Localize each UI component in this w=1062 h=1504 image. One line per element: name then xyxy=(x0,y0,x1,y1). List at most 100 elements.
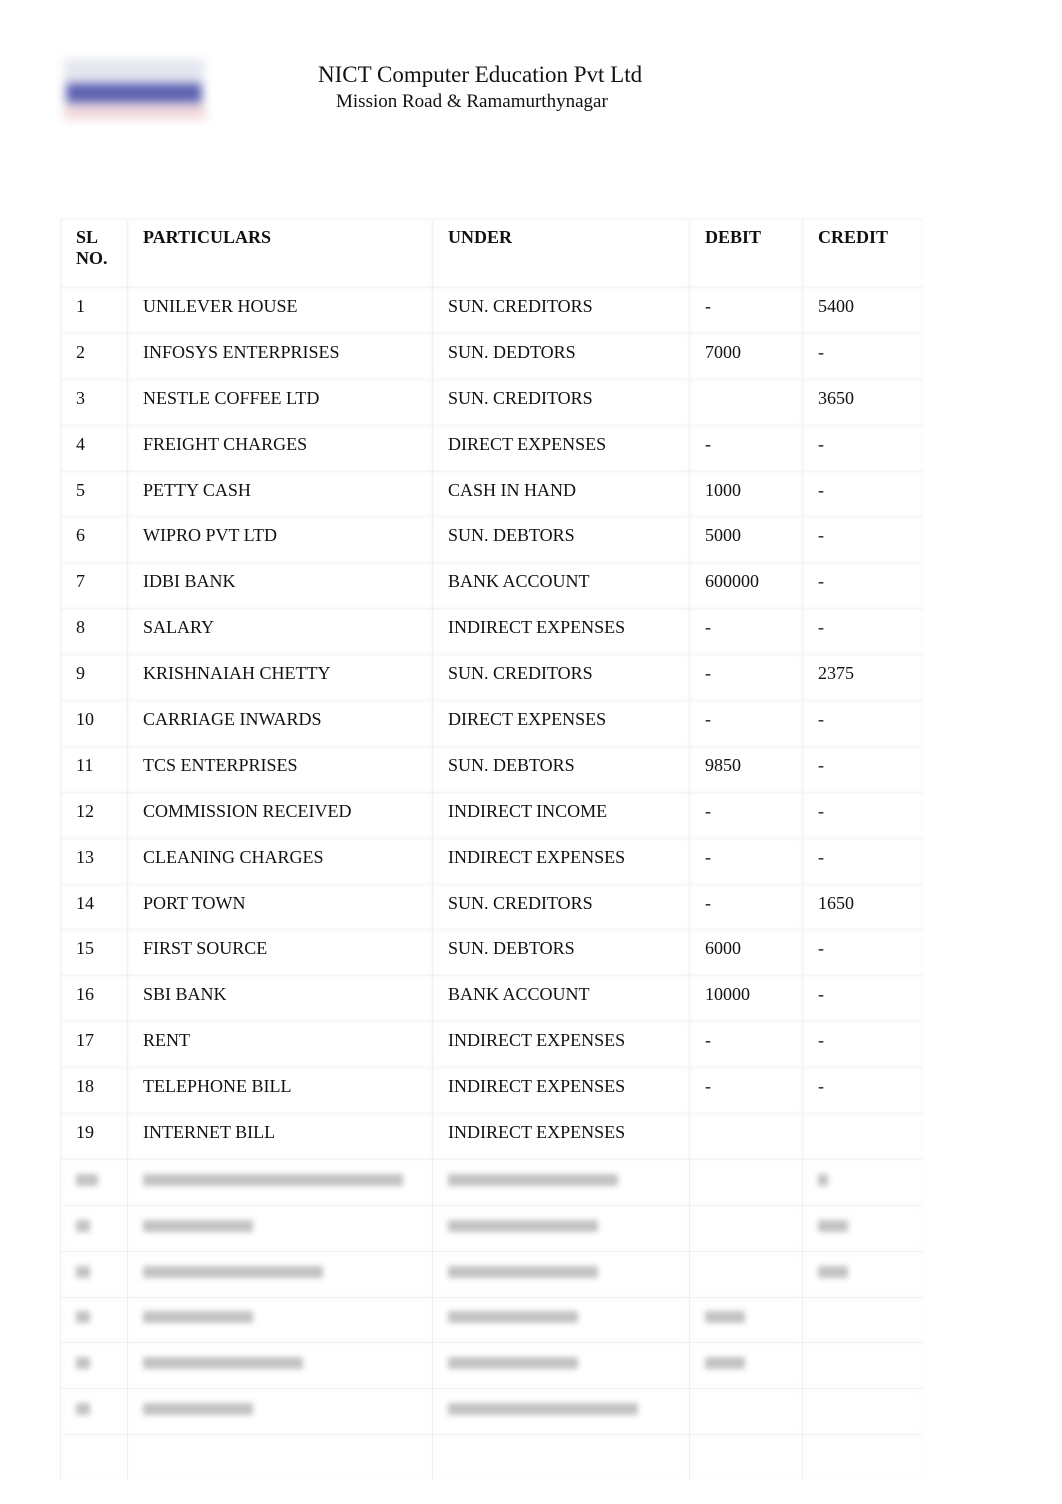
obscured-cell xyxy=(689,1388,803,1435)
cell-debit xyxy=(689,378,803,426)
table-row: 18 TELEPHONE BILL INDIRECT EXPENSES - - xyxy=(60,1067,923,1114)
cell-sl: 15 xyxy=(60,929,128,976)
cell-sl: 5 xyxy=(60,470,128,517)
table-row: 3 NESTLE COFFEE LTD SUN. CREDITORS 3650 xyxy=(60,378,923,426)
cell-under: SUN. CREDITORS xyxy=(432,287,690,334)
cell-under: SUN. DEBTORS xyxy=(432,516,690,563)
table-row: 12 COMMISSION RECEIVED INDIRECT INCOME - - xyxy=(60,791,923,839)
cell-credit: - xyxy=(802,1021,923,1068)
obscured-cell xyxy=(127,1204,433,1252)
table-row: 15 FIRST SOURCE SUN. DEBTORS 6000- xyxy=(60,929,923,976)
cell-debit: - xyxy=(689,791,803,839)
table-row: 16 SBI BANK BANK ACCOUNT 10000- xyxy=(60,975,923,1022)
cell-under: INDIRECT INCOME xyxy=(432,791,690,839)
cell-debit: - xyxy=(689,287,803,334)
cell-credit: 3650 xyxy=(802,378,923,426)
cell-sl: 7 xyxy=(60,562,128,609)
cell-debit: - xyxy=(689,1067,803,1114)
cell-credit: - xyxy=(802,562,923,609)
cell-particulars: CARRIAGE INWARDS xyxy=(127,700,433,747)
obscured-cell xyxy=(60,1250,128,1298)
table-row: 6 WIPRO PVT LTD SUN. DEBTORS 5000- xyxy=(60,516,923,563)
cell-particulars: IDBI BANK xyxy=(127,562,433,609)
obscured-cell xyxy=(127,1388,433,1435)
table-header-row: SL NO. PARTICULARS UNDER DEBIT CREDIT xyxy=(60,218,923,288)
cell-under: SUN. DEBTORS xyxy=(432,745,690,793)
cell-debit: 6000 xyxy=(689,929,803,976)
cell-sl: 9 xyxy=(60,654,128,701)
table-row: 7 IDBI BANK BANK ACCOUNT 600000- xyxy=(60,562,923,609)
cell-sl: 6 xyxy=(60,516,128,563)
cell-sl: 18 xyxy=(60,1067,128,1114)
cell-under: INDIRECT EXPENSES xyxy=(432,1021,690,1068)
cell-credit: - xyxy=(802,837,923,885)
cell-debit: - xyxy=(689,837,803,885)
obscured-cell xyxy=(60,1388,128,1435)
cell-debit xyxy=(689,1113,803,1160)
cell-debit: - xyxy=(689,1021,803,1068)
company-title: NICT Computer Education Pvt Ltd xyxy=(318,62,643,87)
table-row: 10 CARRIAGE INWARDS DIRECT EXPENSES - - xyxy=(60,700,923,747)
obscured-cell xyxy=(689,1250,803,1298)
table-row: 14 PORT TOWN SUN. CREDITORS -1650 xyxy=(60,883,923,930)
obscured-cell xyxy=(60,1342,128,1389)
obscured-cell xyxy=(60,1158,128,1206)
cell-debit: - xyxy=(689,424,803,472)
obscured-cell xyxy=(689,1296,803,1343)
cell-credit: - xyxy=(802,424,923,472)
cell-under: DIRECT EXPENSES xyxy=(432,424,690,472)
obscured-row xyxy=(60,1296,923,1343)
cell-under: INDIRECT EXPENSES xyxy=(432,1067,690,1114)
table-row: 13 CLEANING CHARGES INDIRECT EXPENSES - - xyxy=(60,837,923,885)
obscured-cell xyxy=(432,1388,690,1435)
obscured-cell xyxy=(689,1342,803,1389)
table-row: 19 INTERNET BILL INDIRECT EXPENSES xyxy=(60,1113,923,1160)
cell-particulars: FIRST SOURCE xyxy=(127,929,433,976)
cell-sl: 12 xyxy=(60,791,128,839)
cell-under: SUN. CREDITORS xyxy=(432,378,690,426)
company-address: Mission Road & Ramamurthynagar xyxy=(336,91,608,112)
obscured-cell xyxy=(60,1434,128,1481)
cell-particulars: PETTY CASH xyxy=(127,470,433,517)
obscured-cell xyxy=(689,1204,803,1252)
obscured-cell xyxy=(689,1158,803,1206)
obscured-cell xyxy=(432,1434,690,1481)
cell-particulars: NESTLE COFFEE LTD xyxy=(127,378,433,426)
cell-particulars: SALARY xyxy=(127,608,433,655)
cell-credit: - xyxy=(802,929,923,976)
cell-particulars: RENT xyxy=(127,1021,433,1068)
obscured-cell xyxy=(802,1158,923,1206)
table-row: 9 KRISHNAIAH CHETTY SUN. CREDITORS -2375 xyxy=(60,654,923,701)
cell-sl: 10 xyxy=(60,700,128,747)
obscured-row xyxy=(60,1434,923,1481)
cell-credit: 5400 xyxy=(802,287,923,334)
cell-sl: 17 xyxy=(60,1021,128,1068)
cell-under: SUN. DEBTORS xyxy=(432,929,690,976)
cell-debit: - xyxy=(689,654,803,701)
cell-credit xyxy=(802,1113,923,1160)
cell-particulars: CLEANING CHARGES xyxy=(127,837,433,885)
cell-sl: 8 xyxy=(60,608,128,655)
table-row: 17 RENT INDIRECT EXPENSES - - xyxy=(60,1021,923,1068)
cell-particulars: INFOSYS ENTERPRISES xyxy=(127,332,433,380)
obscured-cell xyxy=(432,1342,690,1389)
ledger-table: SL NO. PARTICULARS UNDER DEBIT CREDIT 1U… xyxy=(60,218,923,1481)
obscured-cell xyxy=(60,1204,128,1252)
cell-credit: - xyxy=(802,332,923,380)
cell-credit: - xyxy=(802,608,923,655)
obscured-cell xyxy=(60,1296,128,1343)
table-row: 4 FREIGHT CHARGES DIRECT EXPENSES - - xyxy=(60,424,923,472)
col-header-under: UNDER xyxy=(432,218,690,288)
cell-particulars: TCS ENTERPRISES xyxy=(127,745,433,793)
obscured-row xyxy=(60,1158,923,1206)
table-row: 2 INFOSYS ENTERPRISES SUN. DEDTORS 7000- xyxy=(60,332,923,380)
cell-under: SUN. DEDTORS xyxy=(432,332,690,380)
cell-under: BANK ACCOUNT xyxy=(432,975,690,1022)
cell-debit: 10000 xyxy=(689,975,803,1022)
company-logo xyxy=(60,55,212,125)
col-header-sl-no: SL NO. xyxy=(60,218,128,288)
cell-debit: - xyxy=(689,883,803,930)
col-header-debit: DEBIT xyxy=(689,218,803,288)
cell-sl: 3 xyxy=(60,378,128,426)
obscured-row xyxy=(60,1204,923,1252)
